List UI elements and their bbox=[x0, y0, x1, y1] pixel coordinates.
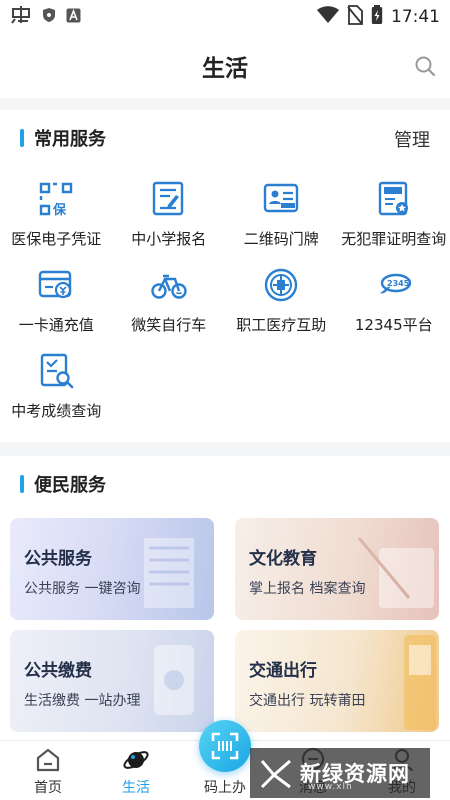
section-accent-bar bbox=[20, 475, 24, 493]
section-accent-bar bbox=[20, 129, 24, 147]
search-icon bbox=[415, 56, 436, 77]
service-label: 职工医疗互助 bbox=[236, 316, 327, 334]
service-label: 二维码门牌 bbox=[243, 230, 319, 248]
service-item-bicycle[interactable]: 微笑自行车 bbox=[113, 260, 226, 346]
tab-life[interactable]: 生活 bbox=[91, 741, 181, 800]
wifi-icon bbox=[317, 6, 339, 28]
manage-button[interactable]: 管理 bbox=[394, 126, 430, 152]
tab-label: 生活 bbox=[122, 780, 150, 796]
card-public-service[interactable]: 公共服务 公共服务 一键咨询 bbox=[10, 518, 214, 620]
home-icon bbox=[34, 747, 62, 773]
card-culture-education[interactable]: 文化教育 掌上报名 档案查询 bbox=[235, 518, 439, 620]
search-button[interactable] bbox=[412, 53, 438, 79]
service-item-exam-score[interactable]: 中考成绩查询 bbox=[0, 346, 113, 432]
service-item-medical-insurance[interactable]: 保 医保电子凭证 bbox=[0, 174, 113, 260]
card-public-payment[interactable]: 公共缴费 生活缴费 一站办理 bbox=[10, 630, 214, 732]
service-label: 中小学报名 bbox=[131, 230, 207, 248]
exam-score-icon bbox=[37, 352, 75, 390]
building-illustration bbox=[144, 538, 194, 608]
scan-icon bbox=[211, 732, 239, 760]
section-title: 便民服务 bbox=[34, 475, 106, 496]
tab-label: 首页 bbox=[34, 780, 62, 796]
service-item-worker-medical[interactable]: 职工医疗互助 bbox=[225, 260, 338, 346]
service-item-hotline-12345[interactable]: 2345 12345平台 bbox=[338, 260, 450, 346]
service-grid: 保 医保电子凭证 中小学报名 二维码门牌 无犯罪证明查询 一卡通充值 微笑自行车… bbox=[0, 174, 450, 432]
svg-text:保: 保 bbox=[52, 202, 67, 217]
service-item-school-registration[interactable]: 中小学报名 bbox=[113, 174, 226, 260]
no-sim-icon bbox=[347, 5, 363, 29]
notebook-illustration bbox=[357, 537, 434, 608]
app-header: 生活 bbox=[0, 34, 450, 98]
convenience-services-section: 便民服务 公共服务 公共服务 一键咨询 文化教育 掌上报名 档案查询 公共缴费 … bbox=[0, 456, 450, 740]
tab-home[interactable]: 首页 bbox=[3, 741, 93, 800]
worker-medical-icon bbox=[262, 266, 300, 304]
section-title: 常用服务 bbox=[34, 129, 106, 150]
watermark: 新绿资源网 www.xlh bbox=[250, 748, 430, 798]
status-bar: 17:41 bbox=[0, 0, 450, 34]
a-badge-icon bbox=[66, 8, 81, 27]
hotline-12345-icon: 2345 bbox=[375, 266, 413, 304]
medical-insurance-icon: 保 bbox=[37, 180, 75, 218]
school-registration-icon bbox=[150, 180, 188, 218]
card-recharge-icon bbox=[37, 266, 75, 304]
service-label: 医保电子凭证 bbox=[11, 230, 102, 248]
watermark-logo bbox=[260, 759, 291, 789]
service-label: 12345平台 bbox=[354, 316, 433, 334]
common-services-section: 常用服务 管理 保 医保电子凭证 中小学报名 二维码门牌 无犯罪证明查询 一卡通… bbox=[0, 110, 450, 442]
battery-charging-icon bbox=[371, 5, 383, 29]
convenience-services-header: 便民服务 bbox=[0, 456, 450, 512]
service-item-no-crime-certificate[interactable]: 无犯罪证明查询 bbox=[338, 174, 450, 260]
common-services-header: 常用服务 bbox=[0, 110, 450, 166]
service-label: 中考成绩查询 bbox=[11, 402, 102, 420]
app-notify-icon bbox=[10, 5, 32, 29]
watermark-sub: www.xlh bbox=[308, 782, 353, 792]
service-label: 无犯罪证明查询 bbox=[341, 230, 447, 248]
svg-text:2345: 2345 bbox=[387, 279, 410, 288]
planet-icon bbox=[122, 747, 150, 773]
service-label: 微笑自行车 bbox=[131, 316, 207, 334]
tab-label: 码上办 bbox=[204, 780, 246, 796]
status-time: 17:41 bbox=[391, 7, 440, 27]
transit-illustration bbox=[404, 635, 436, 730]
bicycle-icon bbox=[150, 266, 188, 304]
service-item-qr-doorplate[interactable]: 二维码门牌 bbox=[225, 174, 338, 260]
page-title: 生活 bbox=[202, 56, 248, 82]
card-transportation[interactable]: 交通出行 交通出行 玩转莆田 bbox=[235, 630, 439, 732]
shield-icon bbox=[42, 7, 56, 27]
service-item-card-recharge[interactable]: 一卡通充值 bbox=[0, 260, 113, 346]
scan-button[interactable] bbox=[199, 720, 251, 772]
payment-illustration bbox=[154, 645, 194, 715]
qr-doorplate-icon bbox=[262, 180, 300, 218]
service-label: 一卡通充值 bbox=[18, 316, 94, 334]
no-crime-certificate-icon bbox=[375, 180, 413, 218]
